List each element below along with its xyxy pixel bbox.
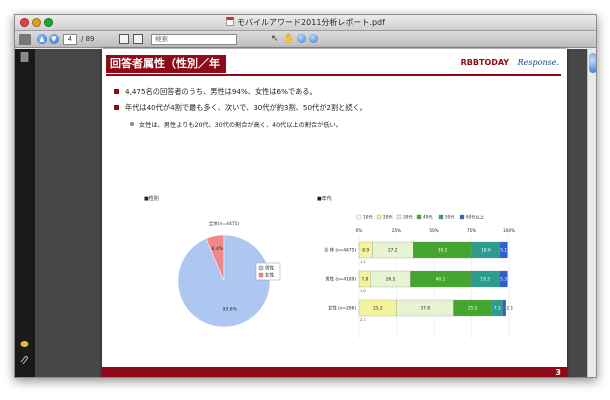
pdf-viewer-window: モバイルアワード2011分析レポート.pdf ▲ ▼ / 89 ↖ ✋ 回答者属… (14, 14, 597, 378)
title-bar: モバイルアワード2011分析レポート.pdf (15, 15, 596, 31)
bar-legend-swatch (356, 214, 362, 220)
pdf-file-icon (226, 17, 235, 26)
bar-segment-label: 27.2 (388, 248, 398, 254)
scrollbar-thumb[interactable] (589, 53, 596, 73)
zoom-in-icon[interactable] (309, 34, 318, 43)
total-pages-label: / 89 (81, 35, 95, 43)
bar-segment-label: 37.8 (420, 306, 430, 312)
pie-legend-swatch (258, 265, 264, 271)
bar-category-label: 全 体 (n=4475) (324, 247, 356, 254)
pie-slice-label: 6.4% (212, 246, 224, 252)
print-icon[interactable] (19, 34, 31, 45)
bar-segment-label: 26.5 (386, 277, 396, 283)
bar-legend-label: 40代 (423, 214, 433, 221)
pie-legend-label: 男性 (265, 265, 274, 272)
attachments-panel-icon[interactable] (20, 356, 29, 366)
bar-segment-label: 18.6 (481, 248, 491, 254)
page-up-icon[interactable]: ▲ (37, 34, 47, 44)
bar-x-tick-label: 50% (429, 228, 438, 233)
bar-below-label: 1.0 (360, 289, 366, 293)
bar-legend-swatch (416, 214, 422, 220)
select-tool-icon[interactable]: ↖ (271, 34, 279, 45)
window-title: モバイルアワード2011分析レポート.pdf (237, 18, 385, 27)
zoom-out-icon[interactable] (297, 34, 306, 43)
bar-legend-swatch (376, 214, 382, 220)
page-down-icon[interactable]: ▼ (49, 34, 59, 44)
bar-segment-label: 40.1 (436, 277, 446, 283)
bar-x-tick-label: 0% (356, 228, 363, 233)
bar-segment-label: 7.3 (494, 306, 501, 312)
pie-chart-title: ■性別 (144, 195, 159, 202)
bar-below-label: 1.1 (360, 260, 366, 264)
bar-segment-label: 7.8 (361, 277, 368, 283)
bar-segment (502, 299, 507, 317)
hand-tool-icon[interactable]: ✋ (283, 34, 294, 45)
slide-footer: 3 (102, 367, 567, 377)
navigation-panel (15, 49, 35, 377)
bar-legend-label: 30代 (403, 214, 413, 221)
comments-panel-icon[interactable] (20, 339, 29, 349)
pie-legend-label: 女性 (265, 272, 274, 279)
fit-page-icon[interactable] (133, 34, 143, 44)
bar-legend-swatch (459, 214, 465, 220)
pie-slice-male (177, 234, 271, 328)
bar-legend-label: 10代 (363, 214, 373, 221)
toolbar: ▲ ▼ / 89 ↖ ✋ (15, 31, 596, 48)
page-number-input[interactable] (63, 34, 77, 45)
save-icon[interactable] (119, 34, 129, 44)
bar-legend-label: 20代 (383, 214, 393, 221)
bar-segment-label: 2.1 (506, 306, 513, 312)
bar-legend-label: 50代 (445, 214, 455, 221)
bar-legend-label: 60代以上 (466, 214, 484, 221)
bar-category-label: 女性 (n=286) (328, 305, 356, 312)
bar-chart-title: ■年代 (317, 195, 332, 202)
pages-panel-icon[interactable] (20, 52, 29, 62)
bar-legend-swatch (438, 214, 444, 220)
bar-below-label: 2.1 (360, 318, 366, 322)
bar-x-tick-label: 100% (503, 228, 515, 233)
bar-segment-label: 5.1 (500, 248, 507, 254)
bar-x-tick-label: 75% (467, 228, 476, 233)
bar-legend-swatch (396, 214, 402, 220)
bar-segment-label: 25.5 (468, 306, 478, 312)
vertical-scrollbar[interactable] (587, 49, 596, 377)
pie-slice-label: 93.6% (223, 306, 238, 312)
document-viewport[interactable]: 回答者属性（性別／年代） RBBTODAY Response. 4,475名の回… (35, 49, 587, 377)
bar-segment-label: 25.2 (373, 306, 383, 312)
bar-x-tick-label: 25% (392, 228, 401, 233)
bar-segment-label: 19.3 (480, 277, 490, 283)
bar-segment-label: 39.2 (438, 248, 448, 254)
bar-segment-label: 5.3 (500, 277, 507, 283)
pie-chart-subtitle: 全体(n=4475) (209, 220, 240, 227)
pdf-page: 回答者属性（性別／年代） RBBTODAY Response. 4,475名の回… (102, 49, 567, 377)
chart-area: ■性別全体(n=4475) 6.4% 93.6% 男性女性 ■年代 10代 20代 30代 40… (144, 195, 515, 339)
pie-legend-swatch (258, 272, 264, 278)
bar-category-label: 男性 (n=4189) (325, 276, 356, 283)
search-input[interactable] (151, 34, 237, 45)
slide-page-number: 3 (555, 368, 561, 377)
window-title-wrap: モバイルアワード2011分析レポート.pdf (15, 17, 596, 28)
bar-segment-label: 8.9 (362, 248, 369, 254)
